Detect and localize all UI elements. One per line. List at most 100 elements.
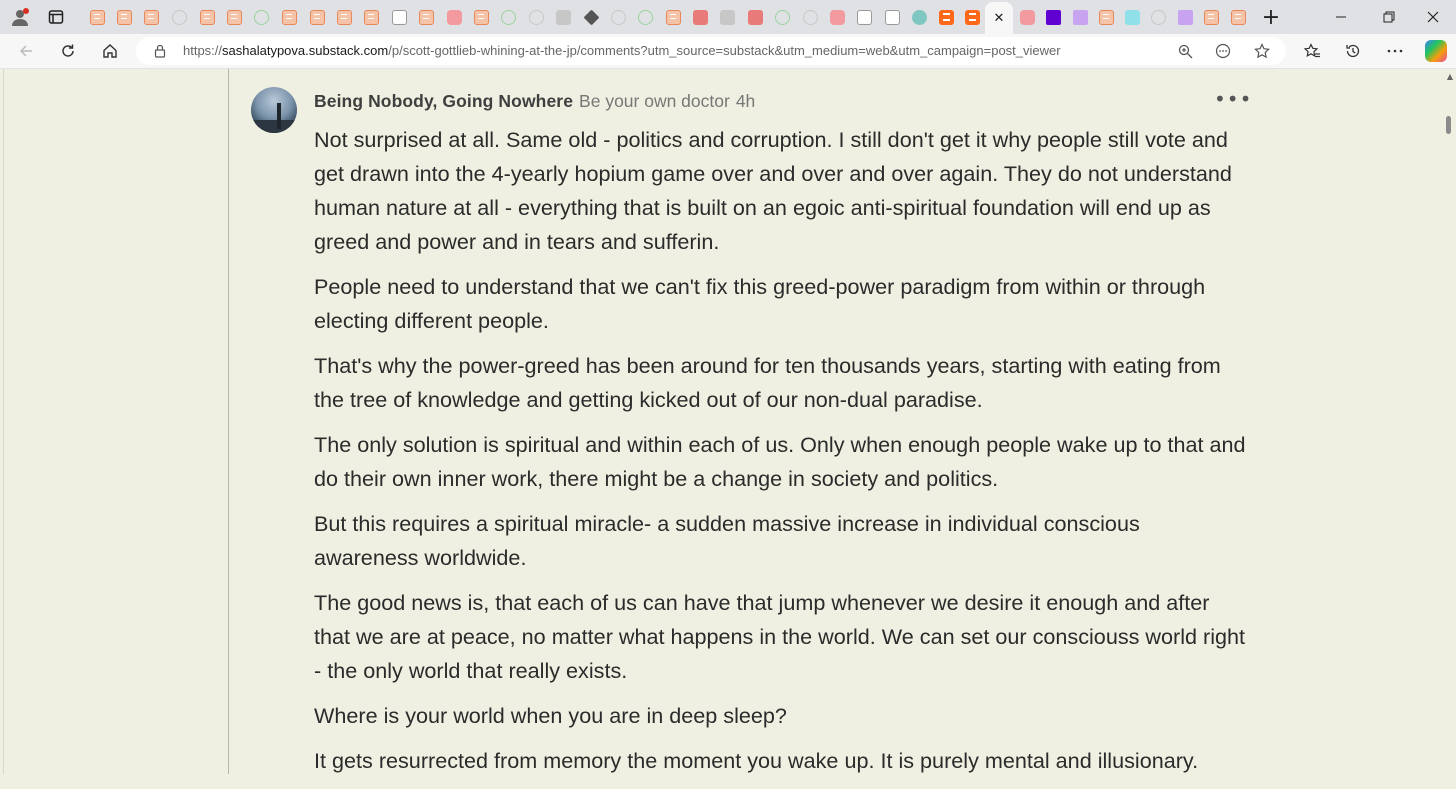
tripadvisor-icon xyxy=(911,9,927,25)
home-icon[interactable] xyxy=(97,39,123,63)
comment-author[interactable]: Being Nobody, Going Nowhere xyxy=(314,91,573,111)
yahoo-icon xyxy=(1045,9,1061,25)
news-icon xyxy=(856,9,872,25)
tab[interactable] xyxy=(306,6,328,28)
favorite-star-icon[interactable] xyxy=(1252,41,1272,61)
url-host: sashalatypova.substack.com xyxy=(222,43,389,58)
tab[interactable] xyxy=(689,6,711,28)
substack-icon xyxy=(665,9,681,25)
comment-more-button[interactable]: ••• xyxy=(1214,87,1252,111)
substack-icon xyxy=(336,9,352,25)
tab[interactable] xyxy=(634,6,656,28)
substack-icon xyxy=(473,9,489,25)
tab[interactable] xyxy=(497,6,519,28)
tab[interactable] xyxy=(525,6,547,28)
tab[interactable] xyxy=(662,6,684,28)
tab[interactable] xyxy=(744,6,766,28)
tab[interactable] xyxy=(881,6,903,28)
tab[interactable] xyxy=(388,6,410,28)
comment-paragraph: But this requires a spiritual miracle- a… xyxy=(314,511,1140,570)
close-icon[interactable] xyxy=(1410,0,1456,34)
tab[interactable] xyxy=(470,6,492,28)
tab[interactable] xyxy=(826,6,848,28)
tab[interactable] xyxy=(1121,6,1143,28)
zoom-icon[interactable] xyxy=(1175,41,1195,61)
tab[interactable] xyxy=(1095,6,1117,28)
comment-paragraph: Not surprised at all. Same old - politic… xyxy=(314,127,1232,254)
reader-icon[interactable] xyxy=(1213,41,1233,61)
tab[interactable] xyxy=(86,6,108,28)
tab[interactable] xyxy=(935,6,957,28)
author-description: Be your own doctor xyxy=(579,91,730,111)
tab[interactable] xyxy=(1227,6,1249,28)
site-info-icon[interactable] xyxy=(150,41,170,61)
back-icon[interactable] xyxy=(13,39,39,63)
substack-icon xyxy=(1230,9,1246,25)
scroll-up-icon[interactable]: ▲ xyxy=(1447,72,1453,81)
substack-icon xyxy=(116,9,132,25)
tab[interactable] xyxy=(1174,6,1196,28)
substack-icon xyxy=(938,9,954,25)
video-icon xyxy=(1019,9,1035,25)
wiki-icon xyxy=(171,9,187,25)
tab-actions-icon[interactable] xyxy=(45,6,67,28)
tab[interactable] xyxy=(580,6,602,28)
scrollbar-thumb[interactable] xyxy=(1446,116,1451,134)
tab[interactable] xyxy=(1042,6,1064,28)
restore-icon[interactable] xyxy=(1366,0,1412,34)
minimize-icon[interactable] xyxy=(1318,0,1364,34)
thread-line xyxy=(228,69,229,774)
substack-icon xyxy=(418,9,434,25)
new-tab-button[interactable]: + xyxy=(1260,5,1282,30)
tab-strip: ✕ + xyxy=(0,0,1456,34)
document-icon xyxy=(391,9,407,25)
content-border xyxy=(3,69,4,774)
tab[interactable] xyxy=(908,6,930,28)
favorites-icon[interactable] xyxy=(1299,39,1325,63)
tab[interactable] xyxy=(552,6,574,28)
substack-icon xyxy=(309,9,325,25)
avatar-spire xyxy=(277,103,281,129)
tab[interactable] xyxy=(1069,6,1091,28)
tab[interactable] xyxy=(799,6,821,28)
tab[interactable] xyxy=(716,6,738,28)
tab[interactable] xyxy=(961,6,983,28)
avatar[interactable] xyxy=(251,87,297,133)
tab[interactable] xyxy=(223,6,245,28)
refresh-icon[interactable] xyxy=(55,39,81,63)
comment-time[interactable]: 4h xyxy=(736,91,755,111)
tab[interactable] xyxy=(1200,6,1222,28)
tab[interactable] xyxy=(443,6,465,28)
tab[interactable] xyxy=(333,6,355,28)
substack-icon xyxy=(1098,9,1114,25)
url-text[interactable]: https://sashalatypova.substack.com/p/sco… xyxy=(183,43,1061,58)
history-icon[interactable] xyxy=(1340,39,1366,63)
comment-paragraph: It gets resurrected from memory the mome… xyxy=(314,748,1199,773)
tab[interactable] xyxy=(168,6,190,28)
tab[interactable] xyxy=(415,6,437,28)
comment-paragraph: The only solution is spiritual and withi… xyxy=(314,432,1246,491)
tab[interactable] xyxy=(360,6,382,28)
avatar-landscape xyxy=(251,120,297,133)
search-icon xyxy=(528,9,544,25)
tab[interactable] xyxy=(250,6,272,28)
wiki-icon xyxy=(802,9,818,25)
tab[interactable] xyxy=(853,6,875,28)
address-bar[interactable]: https://sashalatypova.substack.com/p/sco… xyxy=(136,37,1286,65)
more-icon[interactable] xyxy=(1382,39,1408,63)
copilot-icon[interactable] xyxy=(1425,40,1447,62)
scrollbar[interactable]: ▲ xyxy=(1442,69,1456,774)
c-icon xyxy=(1124,9,1140,25)
close-tab-icon[interactable]: ✕ xyxy=(994,11,1005,26)
active-tab[interactable]: ✕ xyxy=(985,2,1013,34)
tab[interactable] xyxy=(278,6,300,28)
tab[interactable] xyxy=(1147,6,1169,28)
tab[interactable] xyxy=(113,6,135,28)
tab[interactable] xyxy=(607,6,629,28)
tab[interactable] xyxy=(771,6,793,28)
tab[interactable] xyxy=(1016,6,1038,28)
profile-icon[interactable] xyxy=(9,6,31,28)
play-icon xyxy=(774,9,790,25)
tab[interactable] xyxy=(196,6,218,28)
tab[interactable] xyxy=(140,6,162,28)
